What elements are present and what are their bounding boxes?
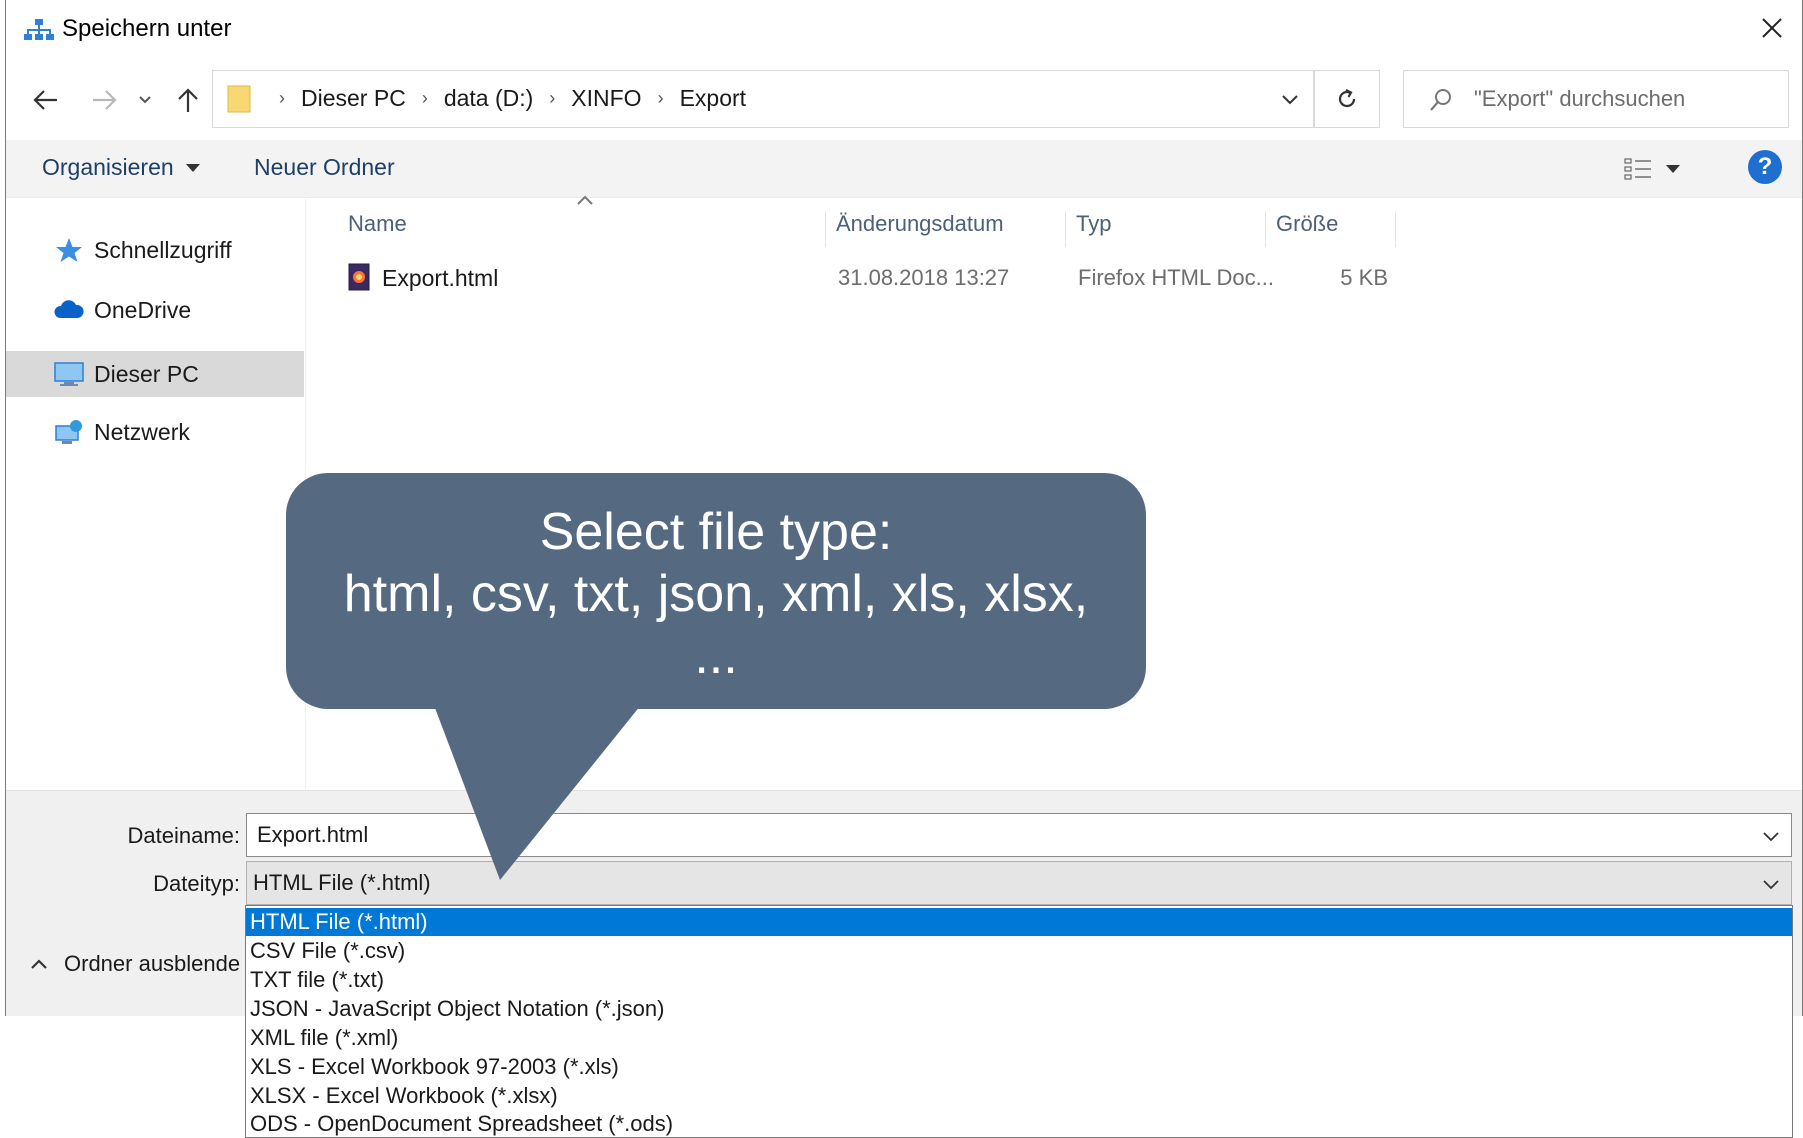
breadcrumb-separator[interactable]: › xyxy=(422,88,428,109)
details-view-icon xyxy=(1624,158,1651,180)
callout-line-1: Select file type: xyxy=(539,503,893,561)
breadcrumb-separator: › xyxy=(279,88,285,108)
network-tree-icon xyxy=(24,19,54,40)
chevron-down-icon xyxy=(139,96,151,104)
filename-value: Export.html xyxy=(257,822,369,847)
file-name: Export.html xyxy=(382,265,499,291)
command-bar: Organisieren Neuer Ordner ? xyxy=(6,140,1802,198)
arrow-up-icon xyxy=(178,88,198,112)
firefox-html-file-icon xyxy=(348,263,370,291)
cloud-icon xyxy=(54,300,84,318)
filetype-option-xml[interactable]: XML file (*.xml) xyxy=(246,1024,1792,1052)
search-box[interactable] xyxy=(1403,70,1789,128)
hide-folders-button[interactable]: Ordner ausblende xyxy=(30,951,240,977)
sort-ascending-icon xyxy=(577,195,593,205)
filetype-option-html[interactable]: HTML File (*.html) xyxy=(246,908,1792,936)
sidebar-item-network[interactable]: Netzwerk xyxy=(6,409,304,455)
sidebar-item-onedrive[interactable]: OneDrive xyxy=(6,287,304,333)
caret-down-icon xyxy=(185,163,200,172)
close-icon xyxy=(1762,18,1782,38)
filetype-label: Dateityp: xyxy=(153,871,240,896)
sidebar-item-label: Netzwerk xyxy=(94,419,190,445)
close-button[interactable] xyxy=(1754,10,1790,46)
sidebar-item-label: Dieser PC xyxy=(94,361,199,387)
filetype-option-txt[interactable]: TXT file (*.txt) xyxy=(246,966,1792,994)
breadcrumb-item-this-pc[interactable]: Dieser PC xyxy=(301,85,406,112)
breadcrumb-item-data-drive[interactable]: data (D:) xyxy=(444,85,533,112)
up-button[interactable] xyxy=(168,80,208,120)
file-date-modified: 31.08.2018 13:27 xyxy=(838,265,1010,290)
column-header-name[interactable]: Name xyxy=(338,211,826,247)
caret-down-icon xyxy=(1666,165,1680,173)
hide-folders-label: Ordner ausblende xyxy=(64,951,241,976)
address-bar[interactable]: › Dieser PC › data (D:) › XINFO › Export xyxy=(212,70,1314,128)
chevron-down-icon[interactable] xyxy=(1759,824,1783,848)
filetype-option-ods[interactable]: ODS - OpenDocument Spreadsheet (*.ods) xyxy=(246,1110,1792,1138)
filetype-select[interactable]: HTML File (*.html) xyxy=(246,861,1792,905)
chevron-down-icon xyxy=(1763,880,1779,890)
file-type: Firefox HTML Doc... xyxy=(1078,265,1274,290)
breadcrumb-separator[interactable]: › xyxy=(549,88,555,109)
window-title: Speichern unter xyxy=(62,15,232,42)
computer-icon xyxy=(54,362,84,386)
filetype-option-csv[interactable]: CSV File (*.csv) xyxy=(246,937,1792,965)
column-header-size[interactable]: Größe xyxy=(1266,211,1396,247)
breadcrumb-item-xinfo[interactable]: XINFO xyxy=(571,85,641,112)
sidebar-item-this-pc[interactable]: Dieser PC xyxy=(6,351,304,397)
help-button[interactable]: ? xyxy=(1748,150,1782,184)
filetype-option-xlsx[interactable]: XLSX - Excel Workbook (*.xlsx) xyxy=(246,1082,1792,1110)
folder-icon xyxy=(227,85,251,113)
column-header-type[interactable]: Typ xyxy=(1066,211,1266,247)
filetype-value: HTML File (*.html) xyxy=(253,870,431,895)
chevron-up-icon xyxy=(31,959,47,969)
organize-button[interactable]: Organisieren xyxy=(42,154,200,181)
filename-label: Dateiname: xyxy=(127,823,240,848)
sidebar-item-label: OneDrive xyxy=(94,297,192,323)
forward-button[interactable] xyxy=(84,80,124,120)
refresh-icon xyxy=(1338,89,1356,108)
new-folder-button[interactable]: Neuer Ordner xyxy=(254,154,395,181)
filetype-options-list: HTML File (*.html) CSV File (*.csv) TXT … xyxy=(245,905,1793,1138)
filename-field[interactable]: Export.html xyxy=(246,813,1792,857)
navigation-pane: Schnellzugriff OneDrive Dieser PC Netzwe… xyxy=(6,199,306,789)
arrow-left-icon xyxy=(33,90,57,110)
search-input[interactable] xyxy=(1474,83,1774,115)
column-header-date-modified[interactable]: Änderungsdatum xyxy=(826,211,1066,247)
star-icon xyxy=(56,238,82,262)
breadcrumb: › Dieser PC › data (D:) › XINFO › Export xyxy=(263,85,746,112)
back-button[interactable] xyxy=(26,80,66,120)
callout-text: Select file type: html, csv, txt, json, … xyxy=(286,501,1146,687)
annotation-callout: Select file type: html, csv, txt, json, … xyxy=(286,473,1146,709)
sidebar-item-quick-access[interactable]: Schnellzugriff xyxy=(6,227,304,273)
callout-line-3: ... xyxy=(694,627,738,685)
refresh-button[interactable] xyxy=(1314,70,1380,128)
organize-label: Organisieren xyxy=(42,154,174,180)
title-bar: Speichern unter xyxy=(6,0,1802,62)
arrow-right-icon xyxy=(93,90,117,110)
breadcrumb-item-export[interactable]: Export xyxy=(680,85,746,112)
callout-line-2: html, csv, txt, json, xml, xls, xlsx, xyxy=(343,565,1089,623)
filetype-option-json[interactable]: JSON - JavaScript Object Notation (*.jso… xyxy=(246,995,1792,1023)
file-row[interactable]: Export.html 31.08.2018 13:27 Firefox HTM… xyxy=(338,257,1398,299)
change-view-button[interactable] xyxy=(1624,152,1698,186)
filetype-option-xls[interactable]: XLS - Excel Workbook 97-2003 (*.xls) xyxy=(246,1053,1792,1081)
network-icon xyxy=(55,420,82,444)
search-icon xyxy=(1430,89,1451,111)
chevron-down-icon xyxy=(1282,95,1298,105)
recent-locations-button[interactable] xyxy=(132,80,158,120)
breadcrumb-separator[interactable]: › xyxy=(658,88,664,109)
file-size: 5 KB xyxy=(1340,265,1388,290)
address-history-button[interactable] xyxy=(1275,85,1305,115)
sidebar-item-label: Schnellzugriff xyxy=(94,237,232,263)
